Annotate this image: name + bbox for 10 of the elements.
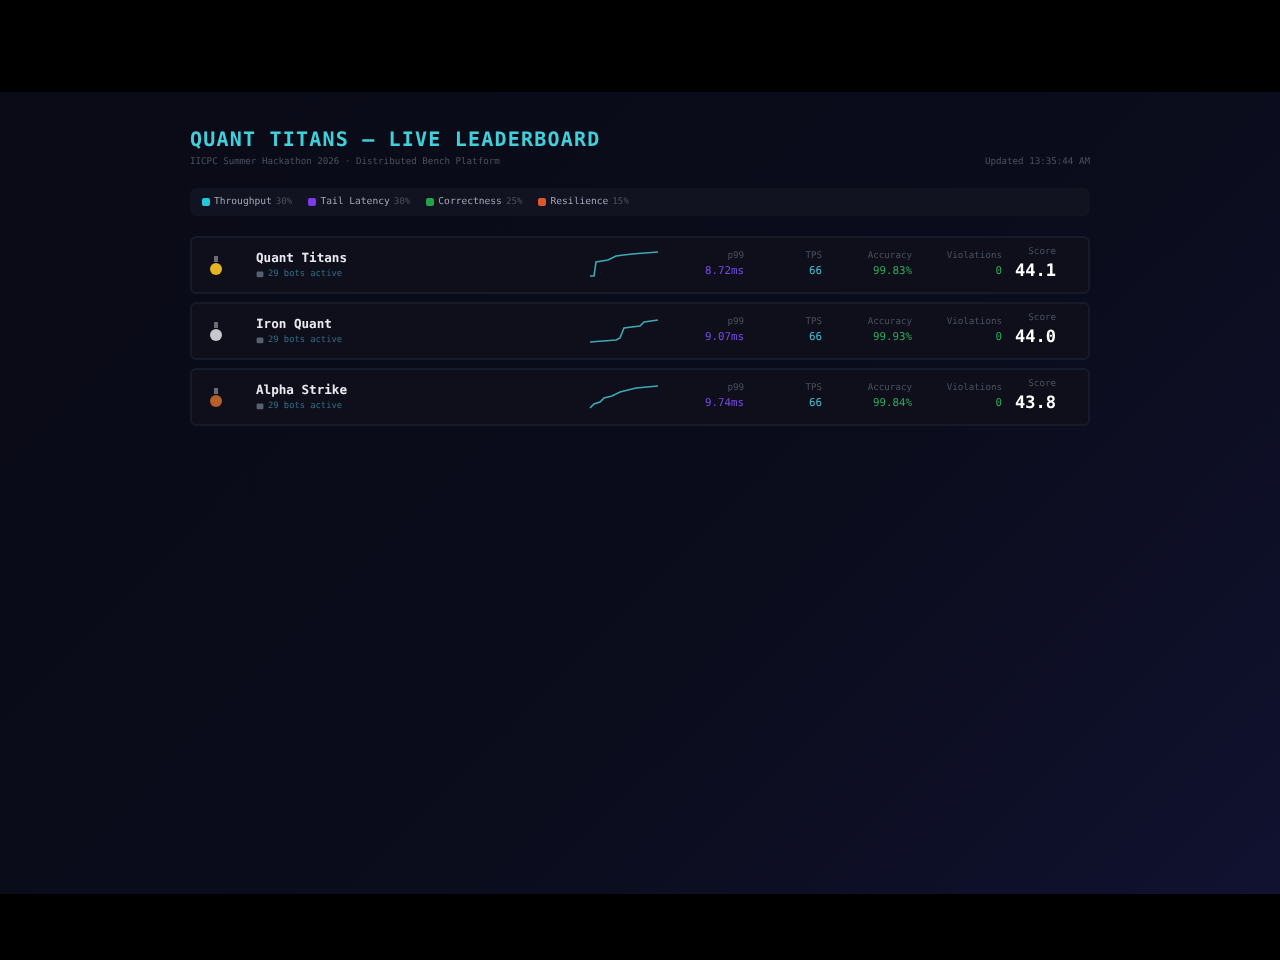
page-title: QUANT TITANS — LIVE LEADERBOARD: [190, 130, 603, 152]
medal-icon: [210, 387, 222, 407]
medal-icon: [210, 321, 222, 341]
metric-value: 44.1: [1015, 262, 1056, 282]
metric-value: 44.0: [1015, 328, 1056, 348]
sparkline: [588, 382, 660, 412]
sparkline: [588, 250, 660, 280]
metric-value: 43.8: [1015, 394, 1056, 414]
sparkline: [588, 316, 660, 346]
medal-icon: [210, 255, 222, 275]
